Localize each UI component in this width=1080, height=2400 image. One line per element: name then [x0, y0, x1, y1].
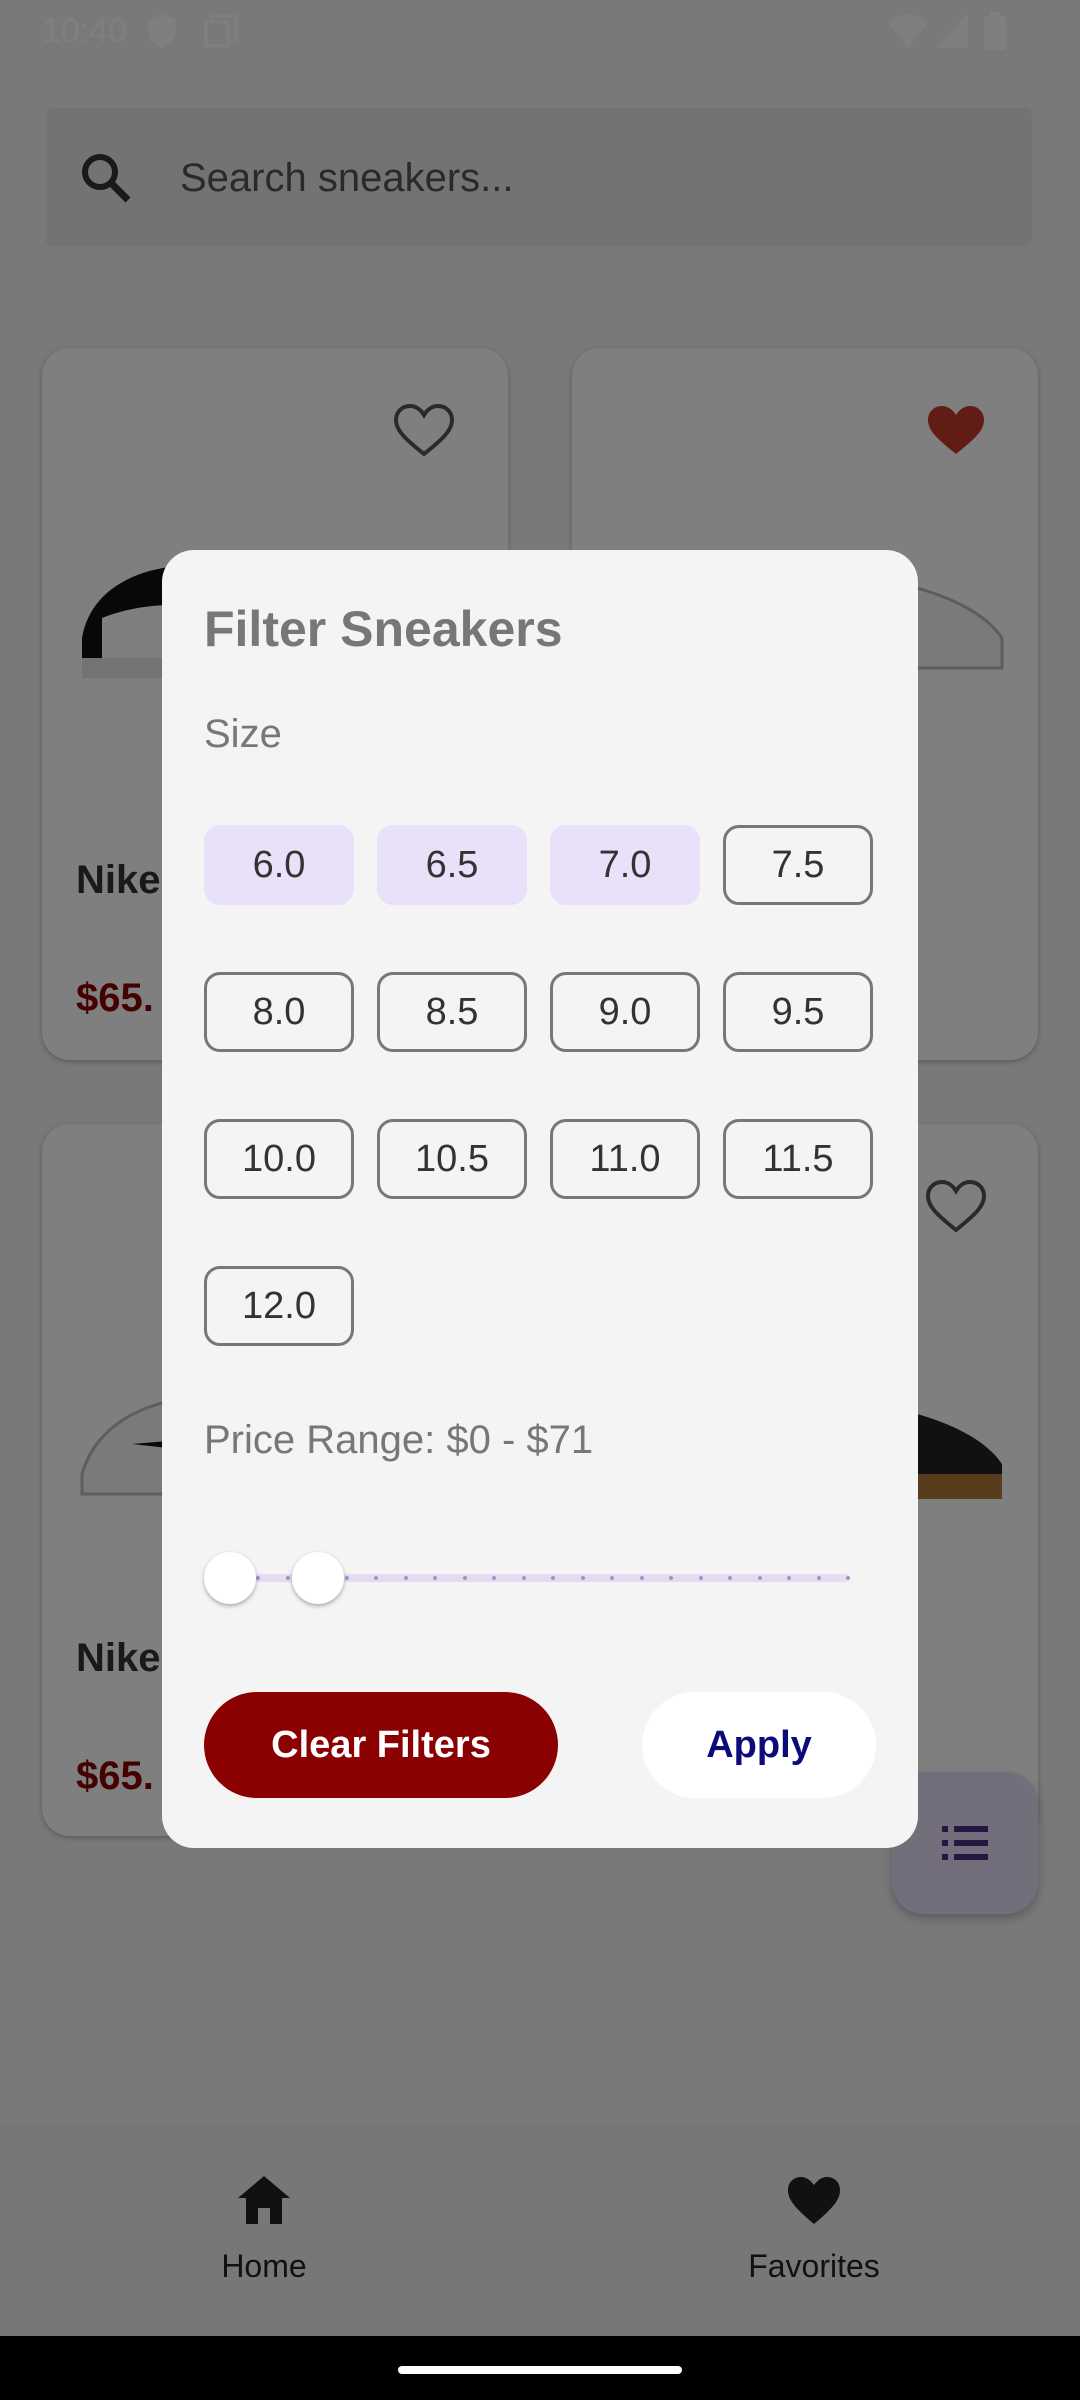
slider-tick	[846, 1576, 850, 1580]
slider-tick	[521, 1576, 526, 1580]
slider-tick	[669, 1576, 673, 1580]
slider-tick	[698, 1576, 703, 1580]
price-slider-min-thumb[interactable]	[204, 1552, 256, 1604]
clear-filters-button[interactable]: Clear Filters	[204, 1692, 558, 1798]
slider-tick	[403, 1576, 408, 1580]
slider-tick	[728, 1576, 732, 1580]
slider-tick	[610, 1576, 614, 1580]
home-gesture-handle[interactable]	[398, 2366, 682, 2374]
size-chip[interactable]: 6.5	[377, 825, 527, 905]
size-chip[interactable]: 7.0	[550, 825, 700, 905]
size-chip[interactable]: 11.0	[550, 1119, 700, 1199]
slider-tick	[256, 1576, 260, 1580]
size-chip[interactable]: 6.0	[204, 825, 354, 905]
slider-tick	[344, 1576, 349, 1580]
size-chip[interactable]: 8.0	[204, 972, 354, 1052]
slider-tick	[816, 1576, 821, 1580]
filter-dialog: Filter Sneakers Size 6.0 6.5 7.0 7.5 8.0 8.5 9…	[162, 550, 918, 1848]
slider-tick	[757, 1576, 762, 1580]
slider-tick	[580, 1576, 585, 1580]
size-label: Size	[204, 712, 282, 756]
price-range-label: Price Range: $0 - $71	[204, 1418, 594, 1462]
size-chip[interactable]: 12.0	[204, 1266, 354, 1346]
size-chip[interactable]: 9.0	[550, 972, 700, 1052]
slider-tick	[639, 1576, 644, 1580]
size-chip[interactable]: 7.5	[723, 825, 873, 905]
slider-tick	[492, 1576, 496, 1580]
slider-tick	[433, 1576, 437, 1580]
dialog-title: Filter Sneakers	[204, 601, 563, 657]
size-chip[interactable]: 9.5	[723, 972, 873, 1052]
apply-button[interactable]: Apply	[642, 1692, 876, 1798]
size-chip[interactable]: 10.5	[377, 1119, 527, 1199]
slider-tick	[374, 1576, 378, 1580]
price-slider-max-thumb[interactable]	[292, 1552, 344, 1604]
slider-tick	[285, 1576, 290, 1580]
size-chip[interactable]: 10.0	[204, 1119, 354, 1199]
slider-tick	[462, 1576, 467, 1580]
slider-tick	[551, 1576, 555, 1580]
slider-tick	[787, 1576, 791, 1580]
size-chip[interactable]: 11.5	[723, 1119, 873, 1199]
size-chip[interactable]: 8.5	[377, 972, 527, 1052]
